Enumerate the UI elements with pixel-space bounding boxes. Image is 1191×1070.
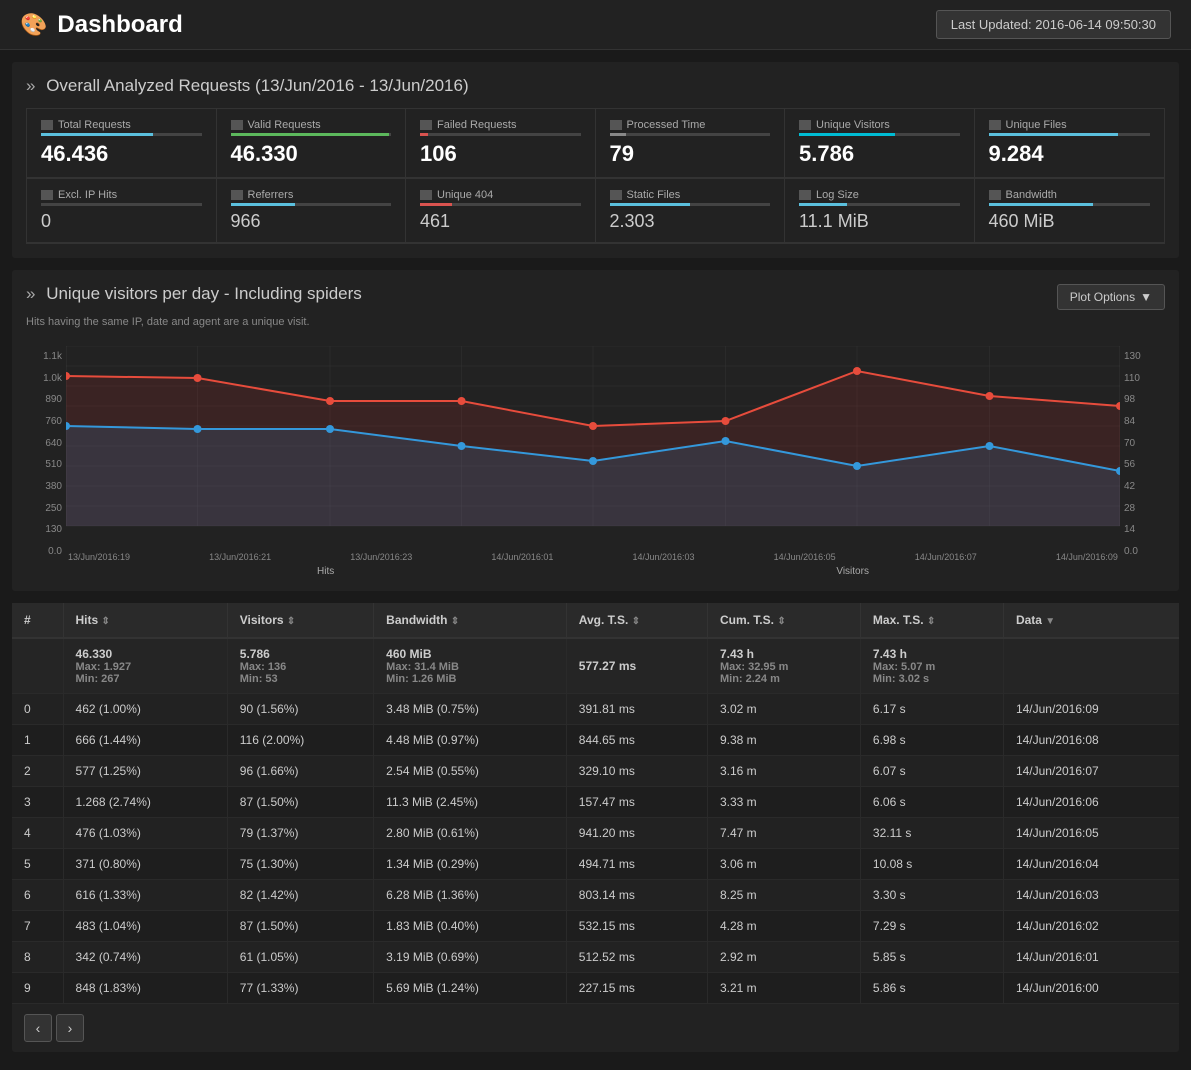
stat-bar [41, 133, 202, 136]
stat-card-top-2: Failed Requests 106 [406, 109, 596, 178]
stat-bar [610, 133, 771, 136]
chart-subtitle: Hits having the same IP, date and agent … [26, 316, 362, 328]
col-cum-ts[interactable]: Cum. T.S. ⇕ [707, 603, 860, 638]
stat-icon [989, 120, 1001, 130]
arrow-icon: » [26, 76, 35, 95]
table-row: 9 848 (1.83%) 77 (1.33%) 5.69 MiB (1.24%… [12, 973, 1179, 1004]
table-row: 7 483 (1.04%) 87 (1.50%) 1.83 MiB (0.40%… [12, 911, 1179, 942]
table-row: 4 476 (1.03%) 79 (1.37%) 2.80 MiB (0.61%… [12, 818, 1179, 849]
stat-bar [420, 133, 581, 136]
next-page-button[interactable]: › [56, 1014, 84, 1042]
table-section: # Hits ⇕ Visitors ⇕ Bandwidth ⇕ Avg. T.S… [12, 603, 1179, 1052]
sort-icon: ▼ [1045, 616, 1055, 627]
plot-options-button[interactable]: Plot Options ▼ [1057, 284, 1165, 310]
table-row: 8 342 (0.74%) 61 (1.05%) 3.19 MiB (0.69%… [12, 942, 1179, 973]
x-axis-labels: 13/Jun/2016:19 13/Jun/2016:21 13/Jun/201… [66, 552, 1120, 562]
table-row: 3 1.268 (2.74%) 87 (1.50%) 11.3 MiB (2.4… [12, 787, 1179, 818]
stat-card-top-1: Valid Requests 46.330 [217, 109, 407, 178]
dropdown-arrow-icon: ▼ [1140, 290, 1152, 304]
stat-icon [420, 190, 432, 200]
stat-card-bottom-5: Bandwidth 460 MiB [975, 179, 1165, 243]
last-updated-badge: Last Updated: 2016-06-14 09:50:30 [936, 10, 1171, 39]
stat-bar [989, 133, 1151, 136]
y-axis-right: 130 110 98 84 70 56 42 28 14 0.0 [1120, 346, 1165, 577]
axis-labels-row: Hits Visitors [66, 566, 1120, 577]
stat-icon [799, 190, 811, 200]
stat-icon [231, 190, 243, 200]
table-row: 1 666 (1.44%) 116 (2.00%) 4.48 MiB (0.97… [12, 725, 1179, 756]
sort-icon: ⇕ [102, 616, 110, 627]
app-title: 🎨 Dashboard [20, 11, 183, 39]
stat-bar [41, 203, 202, 206]
chart-header: » Unique visitors per day - Including sp… [26, 284, 1165, 342]
stat-icon [231, 120, 243, 130]
table-row: 5 371 (0.80%) 75 (1.30%) 1.34 MiB (0.29%… [12, 849, 1179, 880]
stat-icon [610, 120, 622, 130]
sort-icon: ⇕ [927, 616, 935, 627]
prev-page-button[interactable]: ‹ [24, 1014, 52, 1042]
table-header: # Hits ⇕ Visitors ⇕ Bandwidth ⇕ Avg. T.S… [12, 603, 1179, 638]
stat-card-bottom-3: Static Files 2.303 [596, 179, 786, 243]
stats-bottom-grid: Excl. IP Hits 0 Referrers 966 Unique 404… [26, 179, 1165, 244]
stat-card-bottom-0: Excl. IP Hits 0 [27, 179, 217, 243]
col-visitors[interactable]: Visitors ⇕ [227, 603, 373, 638]
title-text: Dashboard [57, 11, 182, 39]
stat-card-bottom-1: Referrers 966 [217, 179, 407, 243]
table-row: 0 462 (1.00%) 90 (1.56%) 3.48 MiB (0.75%… [12, 694, 1179, 725]
stat-card-top-3: Processed Time 79 [596, 109, 786, 178]
stat-bar [799, 133, 960, 136]
col-hits[interactable]: Hits ⇕ [63, 603, 227, 638]
stat-icon [41, 190, 53, 200]
sort-icon: ⇕ [287, 616, 295, 627]
stat-bar [231, 203, 392, 206]
stat-card-bottom-4: Log Size 11.1 MiB [785, 179, 975, 243]
stat-card-top-5: Unique Files 9.284 [975, 109, 1165, 178]
sort-icon: ⇕ [777, 616, 785, 627]
y-axis-left: 1.1k 1.0k 890 760 640 510 380 250 130 0.… [26, 346, 66, 577]
stat-icon [610, 190, 622, 200]
overview-section: » Overall Analyzed Requests (13/Jun/2016… [12, 62, 1179, 258]
chart-title: » Unique visitors per day - Including sp… [26, 284, 362, 304]
sort-icon: ⇕ [451, 616, 459, 627]
chart-container: 1.1k 1.0k 890 760 640 510 380 250 130 0.… [26, 346, 1165, 577]
stat-bar [989, 203, 1151, 206]
chart-inner: 13/Jun/2016:19 13/Jun/2016:21 13/Jun/201… [66, 346, 1120, 577]
pagination: ‹ › [12, 1004, 1179, 1052]
stat-bar [231, 133, 392, 136]
stat-card-bottom-2: Unique 404 461 [406, 179, 596, 243]
overview-title: » Overall Analyzed Requests (13/Jun/2016… [26, 76, 1165, 96]
stat-bar [610, 203, 771, 206]
stat-card-top-4: Unique Visitors 5.786 [785, 109, 975, 178]
col-num[interactable]: # [12, 603, 63, 638]
stat-icon [420, 120, 432, 130]
table-body: 46.330 Max: 1.927 Min: 267 5.786 Max: 13… [12, 638, 1179, 1004]
sort-icon: ⇕ [632, 616, 640, 627]
col-data[interactable]: Data ▼ [1003, 603, 1179, 638]
header: 🎨 Dashboard Last Updated: 2016-06-14 09:… [0, 0, 1191, 50]
table-row: 6 616 (1.33%) 82 (1.42%) 6.28 MiB (1.36%… [12, 880, 1179, 911]
col-max-ts[interactable]: Max. T.S. ⇕ [860, 603, 1003, 638]
dashboard-icon: 🎨 [20, 12, 47, 38]
stats-top-grid: Total Requests 46.436 Valid Requests 46.… [26, 108, 1165, 179]
col-bandwidth[interactable]: Bandwidth ⇕ [374, 603, 567, 638]
chart-arrow-icon: » [26, 284, 35, 303]
stat-bar [799, 203, 960, 206]
stat-icon [41, 120, 53, 130]
stat-bar [420, 203, 581, 206]
col-avg-ts[interactable]: Avg. T.S. ⇕ [566, 603, 707, 638]
stat-icon [989, 190, 1001, 200]
stat-icon [799, 120, 811, 130]
stat-card-top-0: Total Requests 46.436 [27, 109, 217, 178]
data-table: # Hits ⇕ Visitors ⇕ Bandwidth ⇕ Avg. T.S… [12, 603, 1179, 1004]
table-row: 2 577 (1.25%) 96 (1.66%) 2.54 MiB (0.55%… [12, 756, 1179, 787]
chart-svg [66, 346, 1120, 546]
chart-section: » Unique visitors per day - Including sp… [12, 270, 1179, 591]
summary-row: 46.330 Max: 1.927 Min: 267 5.786 Max: 13… [12, 638, 1179, 694]
